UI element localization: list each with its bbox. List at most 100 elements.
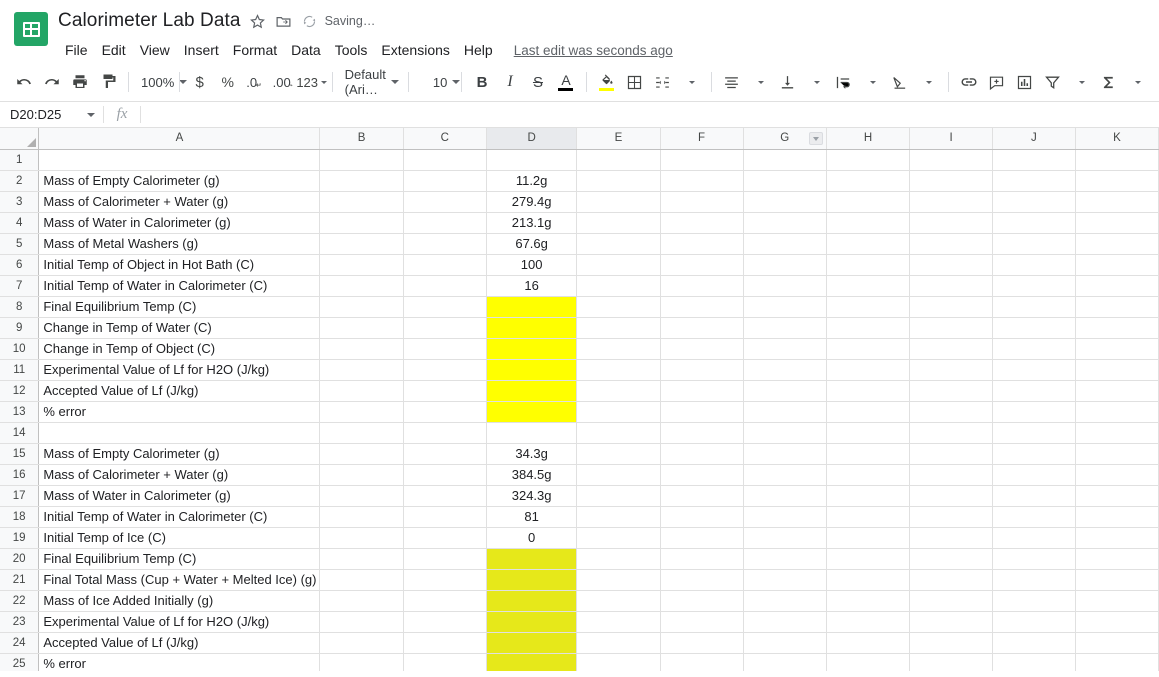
cell-E25[interactable]	[576, 653, 661, 671]
cell-C3[interactable]	[403, 191, 487, 213]
cell-F8[interactable]	[660, 296, 744, 318]
cell-C5[interactable]	[403, 233, 487, 255]
cell-I19[interactable]	[909, 527, 993, 549]
cell-E11[interactable]	[576, 359, 661, 381]
column-header-d[interactable]: D	[486, 128, 578, 150]
menu-item-view[interactable]: View	[133, 39, 177, 61]
cell-J9[interactable]	[992, 317, 1076, 339]
cell-F20[interactable]	[660, 548, 744, 570]
cell-G22[interactable]	[743, 590, 827, 612]
cell-H8[interactable]	[826, 296, 911, 318]
borders-icon[interactable]	[621, 68, 649, 96]
menu-item-help[interactable]: Help	[457, 39, 500, 61]
name-box[interactable]: D20:D25	[0, 102, 103, 127]
cell-F14[interactable]	[660, 422, 744, 444]
cell-H15[interactable]	[826, 443, 911, 465]
cell-I5[interactable]	[909, 233, 993, 255]
cell-D21[interactable]	[486, 569, 578, 591]
filter-dropdown[interactable]	[1067, 68, 1095, 96]
cell-G7[interactable]	[743, 275, 827, 297]
cell-C15[interactable]	[403, 443, 487, 465]
cell-H11[interactable]	[826, 359, 911, 381]
row-header-1[interactable]: 1	[0, 149, 40, 171]
cell-K5[interactable]	[1075, 233, 1159, 255]
cell-H9[interactable]	[826, 317, 911, 339]
cell-H21[interactable]	[826, 569, 911, 591]
cell-B12[interactable]	[319, 380, 404, 402]
cell-E3[interactable]	[576, 191, 661, 213]
cell-I22[interactable]	[909, 590, 993, 612]
cell-K1[interactable]	[1075, 149, 1159, 171]
cell-C8[interactable]	[403, 296, 487, 318]
cell-A7[interactable]: Initial Temp of Water in Calorimeter (C)	[38, 275, 321, 297]
bold-button[interactable]: B	[468, 68, 496, 96]
cell-E22[interactable]	[576, 590, 661, 612]
cell-G12[interactable]	[743, 380, 827, 402]
cell-D8[interactable]	[486, 296, 578, 318]
cell-A6[interactable]: Initial Temp of Object in Hot Bath (C)	[38, 254, 321, 276]
move-to-folder-icon[interactable]	[271, 8, 297, 34]
menu-item-file[interactable]: File	[58, 39, 95, 61]
row-header-19[interactable]: 19	[0, 527, 40, 549]
menu-item-data[interactable]: Data	[284, 39, 328, 61]
cell-F5[interactable]	[660, 233, 744, 255]
cell-K20[interactable]	[1075, 548, 1159, 570]
cell-D9[interactable]	[486, 317, 578, 339]
cell-A5[interactable]: Mass of Metal Washers (g)	[38, 233, 321, 255]
cell-A19[interactable]: Initial Temp of Ice (C)	[38, 527, 321, 549]
cell-B8[interactable]	[319, 296, 404, 318]
cell-B1[interactable]	[319, 149, 404, 171]
cell-K3[interactable]	[1075, 191, 1159, 213]
cell-F12[interactable]	[660, 380, 744, 402]
cell-J24[interactable]	[992, 632, 1076, 654]
text-rotation-icon[interactable]	[886, 68, 914, 96]
cell-E12[interactable]	[576, 380, 661, 402]
cell-D3[interactable]: 279.4g	[486, 191, 578, 213]
cell-A18[interactable]: Initial Temp of Water in Calorimeter (C)	[38, 506, 321, 528]
cell-D5[interactable]: 67.6g	[486, 233, 578, 255]
insert-chart-icon[interactable]	[1011, 68, 1039, 96]
cell-F6[interactable]	[660, 254, 744, 276]
more-formats-button[interactable]: 123	[296, 68, 328, 96]
cell-K9[interactable]	[1075, 317, 1159, 339]
cell-K23[interactable]	[1075, 611, 1159, 633]
column-header-k[interactable]: K	[1075, 128, 1159, 150]
horizontal-align-icon[interactable]	[718, 68, 746, 96]
cell-C9[interactable]	[403, 317, 487, 339]
cell-D24[interactable]	[486, 632, 578, 654]
cell-G9[interactable]	[743, 317, 827, 339]
cell-J16[interactable]	[992, 464, 1076, 486]
cell-E18[interactable]	[576, 506, 661, 528]
cell-F3[interactable]	[660, 191, 744, 213]
cell-H18[interactable]	[826, 506, 911, 528]
cell-B4[interactable]	[319, 212, 404, 234]
cell-I6[interactable]	[909, 254, 993, 276]
menu-item-extensions[interactable]: Extensions	[374, 39, 456, 61]
row-header-4[interactable]: 4	[0, 212, 40, 234]
cell-J17[interactable]	[992, 485, 1076, 507]
cell-D4[interactable]: 213.1g	[486, 212, 578, 234]
cell-E24[interactable]	[576, 632, 661, 654]
cell-B19[interactable]	[319, 527, 404, 549]
cell-I4[interactable]	[909, 212, 993, 234]
cell-B16[interactable]	[319, 464, 404, 486]
font-family-selector[interactable]: Default (Ari…	[339, 67, 402, 97]
cell-I10[interactable]	[909, 338, 993, 360]
column-header-f[interactable]: F	[660, 128, 744, 150]
row-header-6[interactable]: 6	[0, 254, 40, 276]
cell-G2[interactable]	[743, 170, 827, 192]
row-header-16[interactable]: 16	[0, 464, 40, 486]
cell-F21[interactable]	[660, 569, 744, 591]
cell-F25[interactable]	[660, 653, 744, 671]
row-header-15[interactable]: 15	[0, 443, 40, 465]
cell-J8[interactable]	[992, 296, 1076, 318]
cell-K17[interactable]	[1075, 485, 1159, 507]
cell-C22[interactable]	[403, 590, 487, 612]
cell-D15[interactable]: 34.3g	[486, 443, 578, 465]
cell-B20[interactable]	[319, 548, 404, 570]
cell-K14[interactable]	[1075, 422, 1159, 444]
column-header-a[interactable]: A	[38, 128, 321, 150]
cell-J6[interactable]	[992, 254, 1076, 276]
cell-A16[interactable]: Mass of Calorimeter + Water (g)	[38, 464, 321, 486]
cell-B22[interactable]	[319, 590, 404, 612]
